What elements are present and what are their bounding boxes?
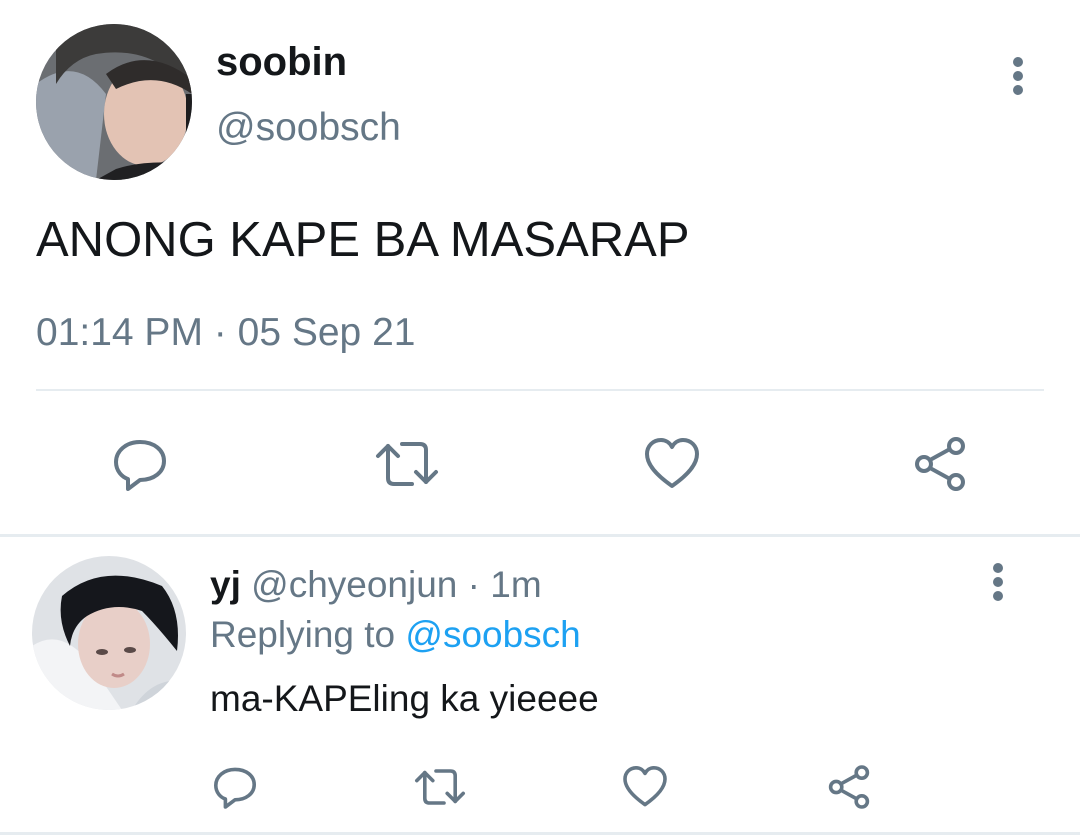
- reply-like-icon[interactable]: [620, 762, 670, 812]
- main-tweet-timestamp: 01:14 PM · 05 Sep 21: [36, 310, 415, 356]
- main-tweet-avatar[interactable]: [36, 24, 192, 180]
- main-tweet-text: ANONG KAPE BA MASARAP: [36, 213, 690, 267]
- main-tweet-divider: [36, 389, 1044, 391]
- main-tweet-time: 01:14 PM: [36, 311, 203, 354]
- avatar-photo-icon: [36, 24, 192, 180]
- reply-retweet-icon[interactable]: [410, 762, 470, 812]
- reply-tweet-display-name[interactable]: yj: [210, 564, 241, 605]
- main-tweet-separator: ·: [213, 311, 227, 354]
- avatar-photo-icon: [32, 556, 186, 710]
- reply-tweet-age: 1m: [490, 564, 542, 605]
- reply-tweet-text: ma-KAPEling ka yieeee: [210, 678, 599, 719]
- replying-to-handle-link[interactable]: @soobsch: [405, 614, 580, 655]
- bottom-divider: [0, 832, 1080, 835]
- main-like-icon[interactable]: [640, 432, 704, 496]
- main-tweet-display-name[interactable]: soobin: [216, 40, 347, 84]
- replying-to-label: Replying to: [210, 614, 396, 655]
- main-tweet-more-icon[interactable]: [1004, 56, 1032, 96]
- main-reply-icon[interactable]: [108, 432, 172, 496]
- reply-tweet-separator: ·: [467, 564, 480, 605]
- reply-tweet-more-icon[interactable]: [984, 562, 1012, 602]
- tweet-separator: [0, 534, 1080, 537]
- reply-tweet-replying-to: Replying to @soobsch: [210, 614, 581, 656]
- main-retweet-icon[interactable]: [372, 432, 442, 496]
- reply-reply-icon[interactable]: [210, 762, 260, 812]
- main-tweet-date: 05 Sep 21: [237, 311, 416, 354]
- reply-tweet-header: yj @chyeonjun · 1m: [210, 564, 542, 606]
- reply-share-icon[interactable]: [824, 762, 874, 812]
- reply-tweet-handle[interactable]: @chyeonjun: [251, 564, 457, 605]
- main-share-icon[interactable]: [908, 432, 972, 496]
- main-tweet-handle[interactable]: @soobsch: [216, 106, 401, 150]
- reply-tweet-avatar[interactable]: [32, 556, 186, 710]
